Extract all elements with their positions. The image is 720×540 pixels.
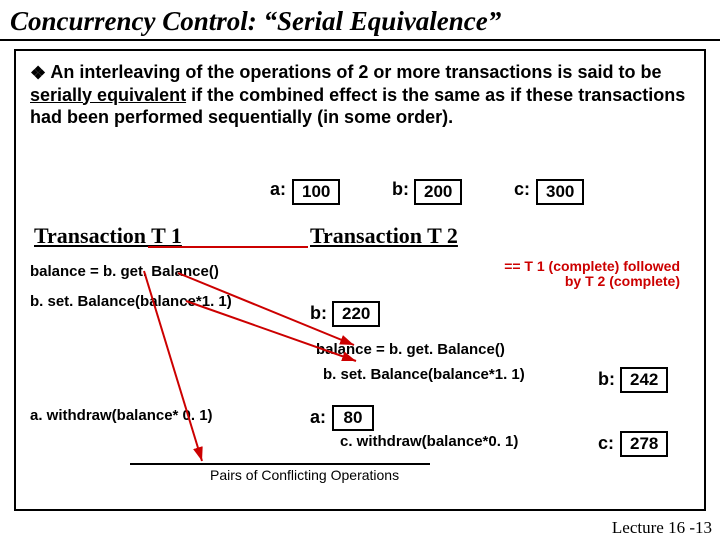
c278-label: c: — [598, 433, 614, 454]
t2-line3: c. withdraw(balance*0. 1) — [340, 433, 518, 450]
c278-value: 278 — [620, 431, 668, 457]
a-label: a: — [270, 179, 286, 200]
slide-title: Concurrency Control: “Serial Equivalence… — [0, 0, 720, 41]
b242-label: b: — [598, 369, 615, 390]
pairs-caption: Pairs of Conflicting Operations — [210, 467, 399, 483]
definition-paragraph: ❖ An interleaving of the operations of 2… — [30, 61, 690, 129]
b220-label: b: — [310, 303, 327, 324]
bullet-icon: ❖ — [30, 62, 46, 78]
equivalence-note: == T 1 (complete) followed by T 2 (compl… — [504, 259, 680, 290]
c-label: c: — [514, 179, 530, 200]
c-initial-value: 300 — [536, 179, 584, 205]
definition-lead: An interleaving of the operations of 2 o… — [50, 62, 661, 82]
t2-line2: b. set. Balance(balance*1. 1) — [323, 366, 525, 383]
t2-line1: balance = b. get. Balance() — [316, 341, 505, 358]
b-label: b: — [392, 179, 409, 200]
a-initial-value: 100 — [292, 179, 340, 205]
definition-term: serially equivalent — [30, 85, 186, 105]
caption-rule — [130, 463, 430, 465]
t1-header: Transaction T 1 — [34, 223, 182, 249]
a80-label: a: — [310, 407, 326, 428]
b220-value: 220 — [332, 301, 380, 327]
content-frame: ❖ An interleaving of the operations of 2… — [14, 49, 706, 511]
b242-value: 242 — [620, 367, 668, 393]
a80-value: 80 — [332, 405, 374, 431]
note-line1: == T 1 (complete) followed — [504, 259, 680, 274]
note-line2: by T 2 (complete) — [504, 274, 680, 289]
b-initial-value: 200 — [414, 179, 462, 205]
t2-header: Transaction T 2 — [310, 223, 458, 249]
t1-line1: balance = b. get. Balance() — [30, 263, 219, 280]
diagram-stage: a: 100 b: 200 c: 300 Transaction T 1 Tra… — [30, 169, 690, 499]
t1-line2: b. set. Balance(balance*1. 1) — [30, 293, 232, 310]
t1-line3: a. withdraw(balance* 0. 1) — [30, 407, 213, 424]
lecture-number: Lecture 16 -13 — [612, 518, 712, 538]
